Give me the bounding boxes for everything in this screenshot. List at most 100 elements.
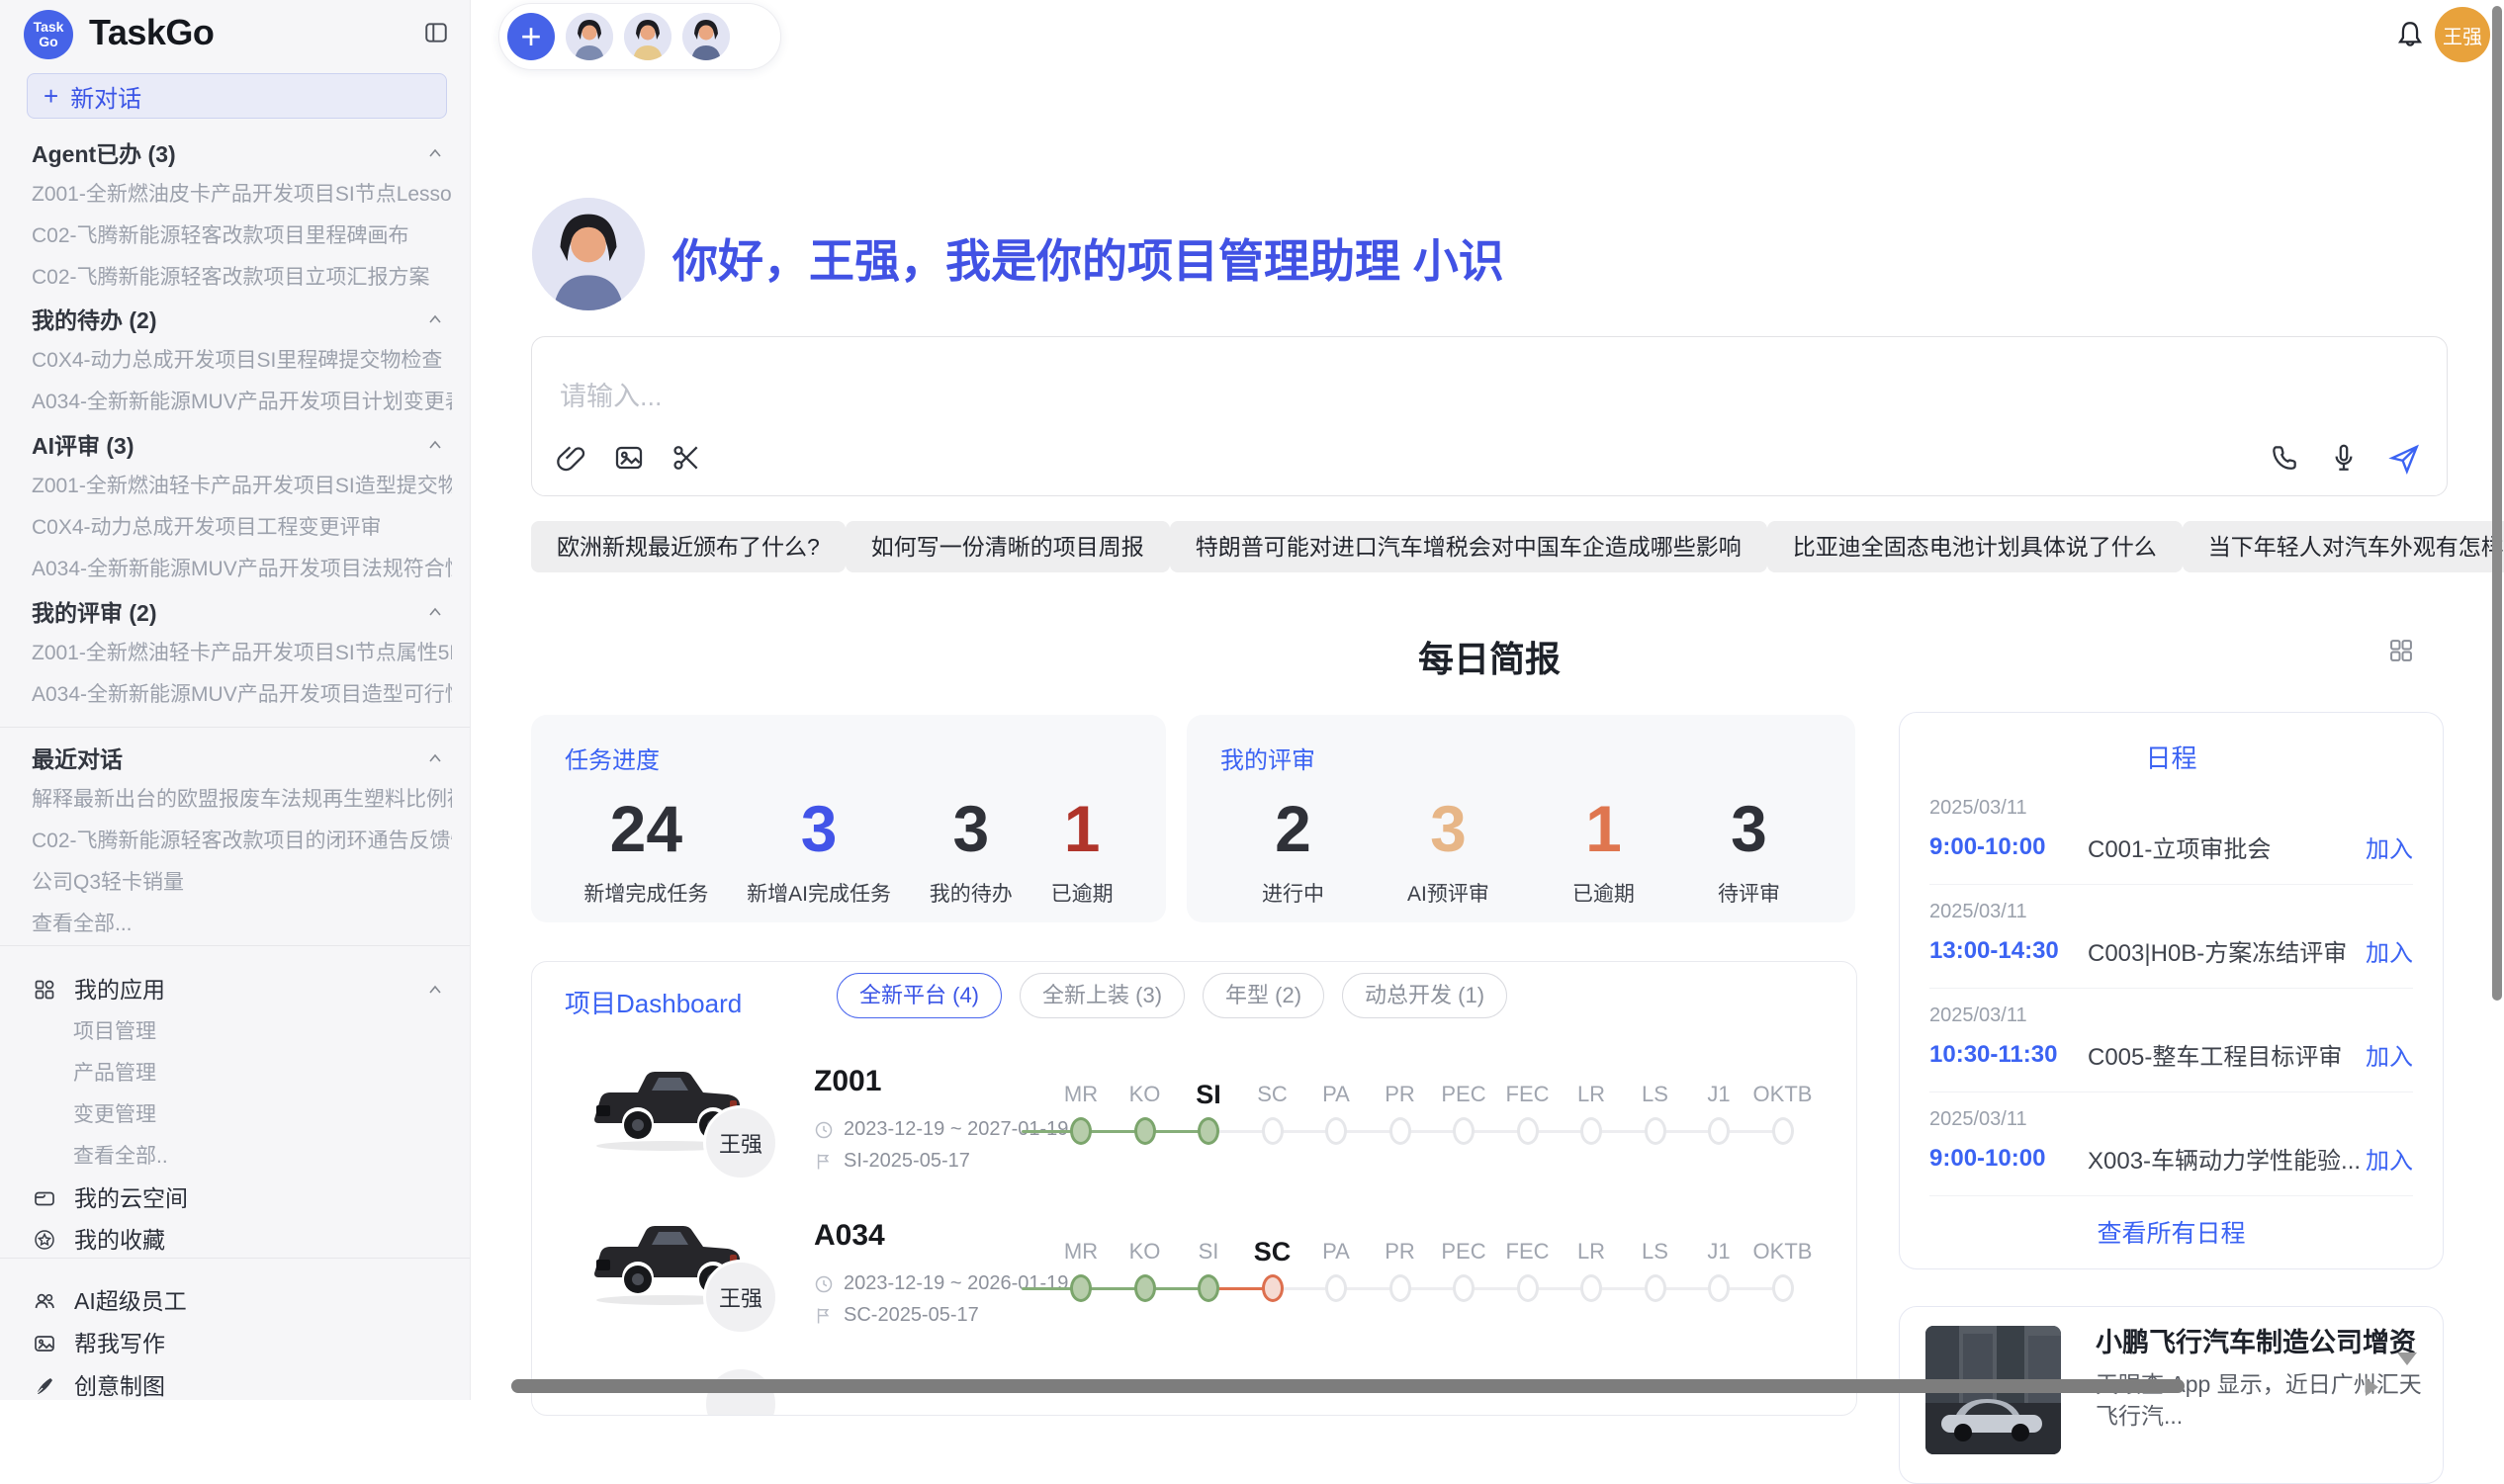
milestone-dot — [1198, 1117, 1219, 1145]
attachment-icon[interactable] — [556, 442, 587, 474]
flag-milestone: SI-2025-05-17 — [844, 1150, 970, 1173]
chevron-up-icon[interactable] — [426, 603, 444, 621]
view-all-apps[interactable]: 查看全部.. — [73, 1142, 452, 1172]
sidebar-item-creative-draw[interactable]: 创意制图 — [33, 1370, 452, 1402]
schedule-entry: 2025/03/11 13:00-14:30 C003|H0B-方案冻结评审 加… — [1929, 885, 2413, 989]
suggestion-chips: 欧洲新规最近颁布了什么? 如何写一份清晰的项目周报 特朗普可能对进口汽车增税会对… — [531, 521, 2448, 572]
greeting-text: 你好，王强，我是你的项目管理助理 小识 — [672, 225, 1504, 291]
send-icon[interactable] — [2387, 442, 2419, 474]
tab-platform[interactable]: 全新平台 (4) — [837, 973, 1002, 1018]
list-item[interactable]: Z001-全新燃油轻卡产品开发项目SI节点属性5D文件评审 — [32, 639, 452, 668]
sidebar-item-ai-staff[interactable]: AI超级员工 — [33, 1285, 452, 1317]
horizontal-scrollbar[interactable] — [511, 1379, 2185, 1393]
scroll-down-arrow[interactable] — [2397, 1353, 2417, 1365]
list-item[interactable]: C02-飞腾新能源轻客改款项目立项汇报方案 — [32, 263, 452, 293]
chevron-up-icon[interactable] — [426, 310, 444, 328]
flag-icon — [814, 1152, 834, 1172]
view-all-recent[interactable]: 查看全部... — [32, 910, 452, 939]
stat-value: 3 — [1718, 793, 1780, 864]
list-item[interactable]: A034-全新新能源MUV产品开发项目法规符合性评审 — [32, 555, 452, 584]
suggestion-chip[interactable]: 当下年轻人对汽车外观有怎样的喜好趋势 — [2183, 521, 2504, 572]
schedule-entry: 2025/03/11 9:00-10:00 C001-立项审批会 加入 — [1929, 781, 2413, 885]
news-card[interactable]: 小鹏飞行汽车制造公司增资 天眼查 App 显示，近日广州汇天飞行汽... — [1899, 1306, 2444, 1484]
agent-quick-bar: + — [498, 3, 781, 70]
list-item[interactable]: Z001-全新燃油轻卡产品开发项目SI造型提交物评审 — [32, 472, 452, 501]
tab-upfit[interactable]: 全新上装 (3) — [1020, 973, 1185, 1018]
list-item[interactable]: A034-全新新能源MUV产品开发项目计划变更表编写 — [32, 388, 452, 417]
list-item[interactable]: A034-全新新能源MUV产品开发项目造型可行性评审 — [32, 680, 452, 710]
vertical-scrollbar[interactable] — [2492, 6, 2502, 1001]
join-button[interactable]: 加入 — [2366, 933, 2413, 968]
tab-powertrain[interactable]: 动总开发 (1) — [1342, 973, 1507, 1018]
scroll-right-arrow[interactable] — [2366, 1378, 2378, 1396]
list-item[interactable]: 解释最新出台的欧盟报废车法规再生塑料比例被调至15%... — [32, 785, 452, 815]
view-all-schedule[interactable]: 查看所有日程 — [1900, 1214, 2443, 1250]
chevron-up-icon[interactable] — [426, 436, 444, 454]
assistant-avatar — [532, 198, 645, 310]
stat-label: 进行中 — [1262, 878, 1324, 908]
sidebar-item-favorites[interactable]: 我的收藏 — [33, 1224, 452, 1256]
notification-bell-icon[interactable] — [2393, 18, 2427, 53]
list-item[interactable]: C0X4-动力总成开发项目SI里程碑提交物检查 — [32, 346, 452, 376]
group-header-ai-review[interactable]: AI评审 (3) — [32, 430, 410, 462]
milestone-dot — [1262, 1117, 1284, 1145]
group-header-my-todo[interactable]: 我的待办 (2) — [32, 305, 410, 336]
apps-grid-icon — [33, 978, 56, 1002]
suggestion-chip[interactable]: 比亚迪全固态电池计划具体说了什么 — [1767, 521, 2183, 572]
milestone-label: KO — [1114, 1237, 1177, 1266]
sidebar-item-change-mgmt[interactable]: 变更管理 — [73, 1100, 452, 1130]
sidebar-item-cloud-space[interactable]: 我的云空间 — [33, 1182, 452, 1214]
new-chat-button[interactable]: + 新对话 — [27, 73, 447, 119]
join-button[interactable]: 加入 — [2366, 1141, 2413, 1176]
flag-icon — [814, 1306, 834, 1326]
add-agent-button[interactable]: + — [507, 13, 555, 60]
group-header-recent[interactable]: 最近对话 — [32, 743, 410, 775]
project-flag: SC-2025-05-17 — [814, 1304, 979, 1327]
group-header-my-review[interactable]: 我的评审 (2) — [32, 597, 410, 629]
avatar[interactable] — [566, 13, 613, 60]
join-button[interactable]: 加入 — [2366, 1037, 2413, 1072]
milestone-dot — [1708, 1117, 1730, 1145]
stat-value: 1 — [1572, 793, 1635, 864]
stat: 1已逾期 — [1051, 793, 1114, 908]
ai-staff-label: AI超级员工 — [74, 1285, 187, 1317]
suggestion-chip[interactable]: 特朗普可能对进口汽车增税会对中国车企造成哪些影响 — [1170, 521, 1767, 572]
sidebar-item-project-mgmt[interactable]: 项目管理 — [73, 1017, 452, 1047]
scissors-icon[interactable] — [671, 442, 702, 474]
sidebar-item-product-mgmt[interactable]: 产品管理 — [73, 1059, 452, 1089]
image-upload-icon[interactable] — [613, 442, 645, 474]
suggestion-chip[interactable]: 欧洲新规最近颁布了什么? — [531, 521, 846, 572]
stat: 3待评审 — [1718, 793, 1780, 908]
list-item[interactable]: Z001-全新燃油皮卡产品开发项目SI节点Lesson Learn报告 — [32, 180, 452, 210]
list-item[interactable]: C0X4-动力总成开发项目工程变更评审 — [32, 513, 452, 543]
layout-grid-icon[interactable] — [2387, 637, 2415, 664]
user-name: 王强 — [2443, 21, 2482, 49]
sidebar-item-my-apps[interactable]: 我的应用 — [33, 974, 452, 1005]
milestone-label: OKTB — [1751, 1237, 1815, 1266]
list-item[interactable]: C02-飞腾新能源轻客改款项目里程碑画布 — [32, 221, 452, 251]
join-button[interactable]: 加入 — [2366, 829, 2413, 864]
chevron-up-icon[interactable] — [426, 749, 444, 767]
chat-input[interactable] — [558, 381, 1946, 413]
app-title: TaskGo — [89, 12, 214, 53]
chevron-up-icon[interactable] — [426, 144, 444, 162]
suggestion-chip[interactable]: 如何写一份清晰的项目周报 — [846, 521, 1170, 572]
tab-model-year[interactable]: 年型 (2) — [1203, 973, 1324, 1018]
user-avatar[interactable]: 王强 — [2435, 7, 2490, 62]
sidebar-collapse-icon[interactable] — [423, 20, 449, 45]
milestone-label: J1 — [1687, 1080, 1750, 1109]
clock-icon — [814, 1274, 834, 1294]
list-item[interactable]: C02-飞腾新能源轻客改款项目的闭环通告反馈情况 — [32, 827, 452, 856]
avatar[interactable] — [624, 13, 671, 60]
stat-value: 3 — [930, 793, 1013, 864]
list-item[interactable]: 公司Q3轻卡销量 — [32, 868, 452, 898]
avatar[interactable] — [682, 13, 730, 60]
group-header-agent-done[interactable]: Agent已办 (3) — [32, 138, 410, 170]
milestone-label: PA — [1304, 1080, 1368, 1109]
project-flag: SI-2025-05-17 — [814, 1150, 970, 1173]
microphone-icon[interactable] — [2328, 442, 2360, 474]
sidebar-item-help-write[interactable]: 帮我写作 — [33, 1328, 452, 1359]
chevron-up-icon[interactable] — [426, 981, 444, 999]
milestone-label: FEC — [1496, 1237, 1560, 1266]
phone-icon[interactable] — [2269, 442, 2300, 474]
